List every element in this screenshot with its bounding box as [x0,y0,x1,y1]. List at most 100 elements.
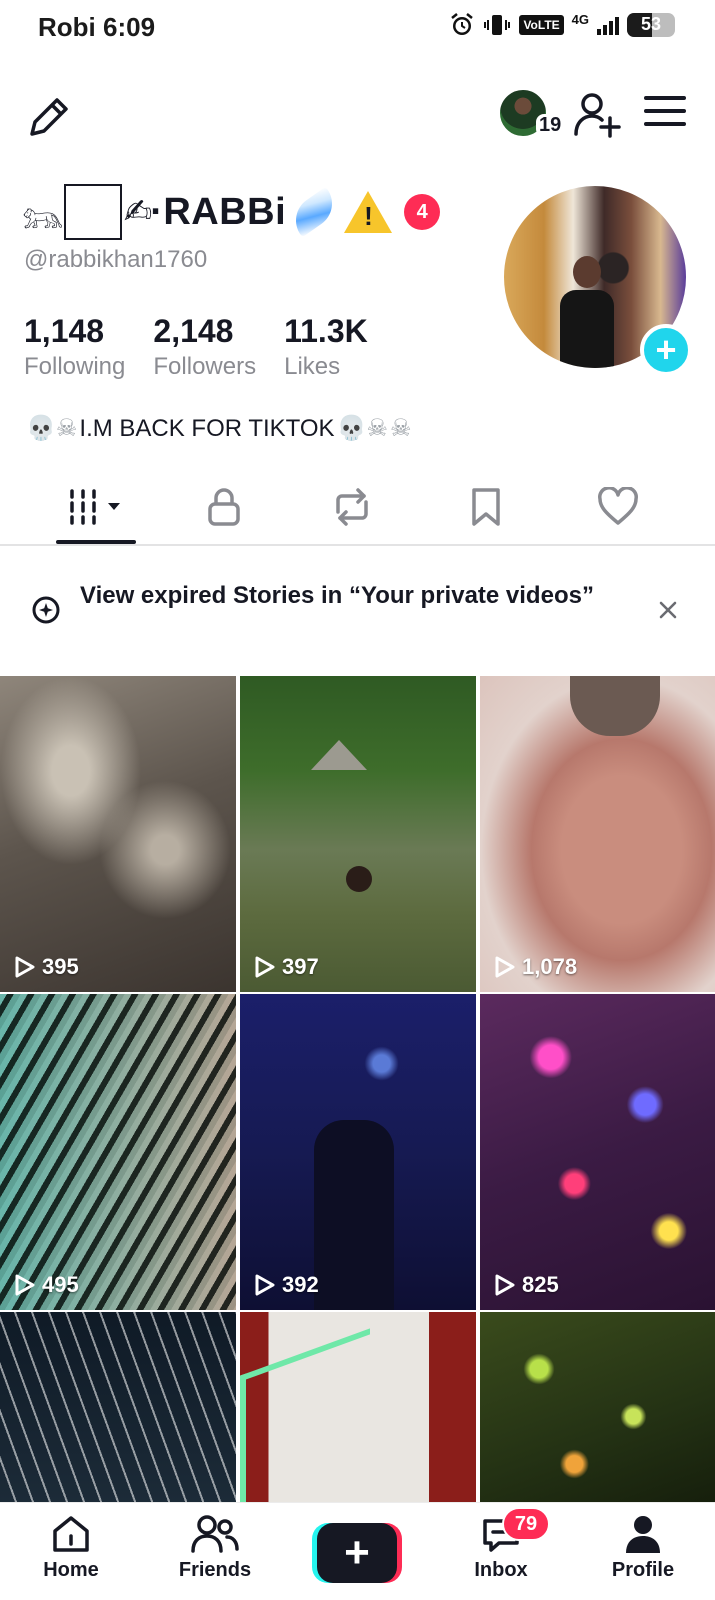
view-count-text: 392 [282,1272,319,1297]
add-story-button[interactable]: + [640,324,692,376]
stat-likes[interactable]: 11.3K Likes [284,313,368,381]
play-icon [255,956,275,978]
stat-following[interactable]: 1,148 Following [24,313,126,381]
bio-text: I.M BACK FOR TIKTOK [79,414,335,442]
stat-label: Followers [153,353,257,381]
videos-grid-icon [70,489,120,525]
story-add-icon [32,596,60,624]
tab-private[interactable] [184,482,264,532]
skull-emoji: 💀☠ [26,415,78,442]
bookmark-icon [472,488,500,526]
view-count-text: 1,078 [522,954,578,979]
home-icon [53,1516,89,1552]
stat-value: 2,148 [153,313,234,349]
inbox-badge: 79 [502,1507,550,1541]
video-tile[interactable]: 397 [240,676,476,992]
video-tile[interactable]: 392 [240,994,476,1310]
tab-reposts[interactable] [312,482,392,532]
view-count-text: 825 [522,1272,559,1297]
profile-person-icon [626,1516,660,1553]
stat-followers[interactable]: 2,148 Followers [153,313,257,381]
comet-emoji [286,186,342,238]
tab-liked[interactable] [578,482,658,532]
network-type: 4G [571,11,589,27]
nav-friends[interactable]: Friends [160,1513,270,1582]
alarm-icon [451,13,474,35]
avatar-person-figure [560,256,614,368]
battery-icon: 53 [627,13,675,37]
add-friend-icon [574,93,621,138]
warning-emoji: ! [344,191,393,233]
play-icon [495,956,515,978]
profile-display-name: ·RABBi [150,190,287,233]
play-icon [15,956,35,978]
video-tile[interactable]: 395 [0,676,236,992]
battery-level: 53 [640,14,662,34]
stat-label: Following [24,353,126,381]
status-bar: Robi 6:09 VoLTE 4G 53 [0,0,715,56]
view-count-text: 495 [42,1272,79,1297]
name-decoration-glyph-2: ✍ [123,193,152,231]
add-friend-button[interactable] [572,90,622,140]
stories-banner-text: View expired Stories in “Your private vi… [80,582,594,609]
play-icon [255,1274,275,1296]
nav-label: Home [43,1559,99,1581]
profile-bio: 💀☠ I.M BACK FOR TIKTOK 💀☠ ☠ [26,414,413,443]
profile-stats: 1,148 Following 2,148 Followers 11.3K Li… [24,313,396,381]
play-icon [15,1274,35,1296]
name-decoration-glyph: 𓃬 [22,198,64,236]
nav-label: Friends [178,1559,252,1581]
nav-home[interactable]: Home [16,1513,126,1582]
stat-label: Likes [284,353,341,381]
friends-icon [191,1515,239,1553]
top-bar: 19 [0,80,715,150]
plus-icon: + [317,1523,397,1583]
status-icons: VoLTE 4G 53 [449,12,675,38]
skull-emoji: 💀☠ [336,415,388,442]
play-icon [495,1274,515,1296]
stat-value: 1,148 [24,313,105,349]
nav-label: Profile [611,1559,675,1581]
view-count: 825 [494,1272,559,1298]
active-tab-indicator [56,540,136,544]
friend-avatar-count: 19 [536,114,565,137]
view-count: 392 [254,1272,319,1298]
repost-icon [336,488,368,526]
edit-pencil-icon [30,98,68,136]
view-count: 495 [14,1272,79,1298]
profile-username: @rabbikhan1760 [24,246,208,273]
profile-name-row: 𓃬 ✍ ·RABBi ! 4 [22,184,441,240]
signal-icon [597,15,619,35]
nav-profile[interactable]: Profile [588,1513,698,1582]
lock-icon [208,488,240,526]
video-tile[interactable]: 1,078 [480,676,715,992]
close-icon[interactable] [654,596,682,624]
view-count: 1,078 [494,954,577,980]
video-tile[interactable] [240,1312,476,1502]
view-count: 395 [14,954,79,980]
volte-indicator: VoLTE [519,15,564,35]
view-count: 397 [254,954,319,980]
tab-favorites[interactable] [446,482,526,532]
create-video-button[interactable]: + [312,1523,402,1583]
nav-label: Inbox [474,1559,528,1581]
video-tile[interactable]: 495 [0,994,236,1310]
video-tile[interactable]: 825 [480,994,715,1310]
vibrate-icon [484,15,511,35]
name-decoration-box [63,184,122,240]
crossbones-emoji: ☠ [389,415,412,442]
notification-badge[interactable]: 4 [404,194,441,230]
heart-icon [598,487,638,525]
view-count-text: 395 [42,954,79,979]
edit-profile-button[interactable] [24,92,74,142]
expired-stories-banner[interactable]: View expired Stories in “Your private vi… [0,548,715,666]
hamburger-menu-icon[interactable] [644,96,686,132]
bottom-navigation: Home Friends + Inbox 79 Profile [0,1502,715,1600]
stat-value: 11.3K [284,313,368,349]
video-tile[interactable] [480,1312,715,1502]
video-tile[interactable] [0,1312,236,1502]
tab-videos[interactable] [56,482,136,532]
view-count-text: 397 [282,954,319,979]
carrier-time: Robi 6:09 [38,12,156,42]
profile-tabs [0,468,715,546]
